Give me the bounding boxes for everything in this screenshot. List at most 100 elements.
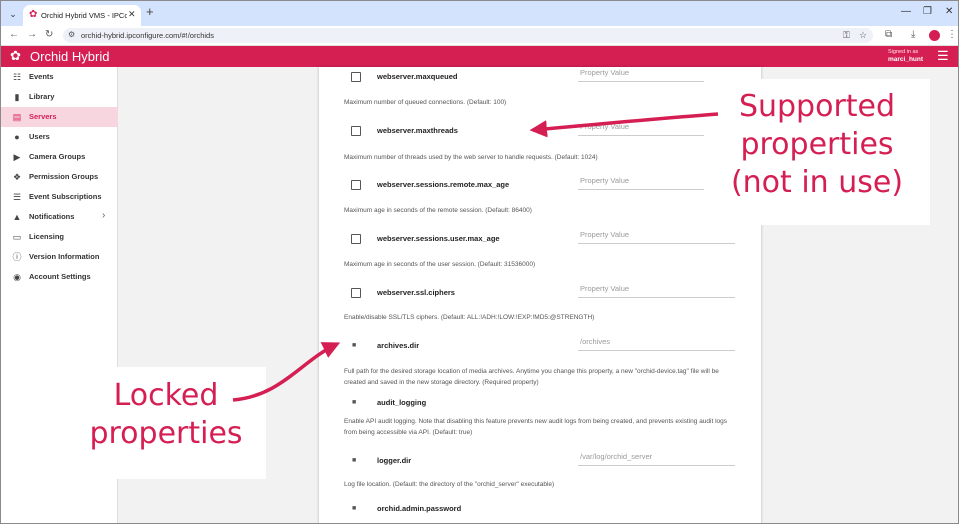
browser-menu-icon[interactable]: ⋮ (947, 29, 957, 41)
tab-close-icon[interactable]: ✕ (128, 9, 136, 20)
property-name: archives.dir (377, 341, 420, 350)
hamburger-menu-icon[interactable]: ☰ (937, 49, 949, 63)
property-row: webserver.ssl.ciphers Property Value (319, 284, 761, 304)
property-name: audit_logging (377, 398, 427, 407)
property-name: webserver.maxqueued (377, 72, 458, 81)
property-checkbox[interactable] (351, 288, 361, 298)
sidebar-item-label: Version Information (29, 252, 100, 261)
property-row: ■ audit_logging (319, 394, 761, 414)
download-icon[interactable]: ⤓ (911, 29, 915, 41)
extensions-icon[interactable]: ⧉ (885, 29, 892, 41)
url-input[interactable]: ⚙ orchid-hybrid.ipconfigure.com/#!/orchi… (63, 28, 873, 43)
lock-icon: ■ (352, 505, 357, 512)
property-description: Enable/disable SSL/TLS ciphers. (Default… (344, 314, 595, 321)
property-name: webserver.sessions.user.max_age (377, 234, 500, 243)
property-checkbox[interactable] (351, 180, 361, 190)
sidebar-item-label: Camera Groups (29, 152, 86, 161)
restore-icon[interactable]: ❐ (923, 6, 932, 18)
sidebar-item-permission-groups[interactable]: ❖ Permission Groups (1, 167, 118, 187)
sidebar-item-account-settings[interactable]: ◉ Account Settings (1, 267, 118, 287)
callout-supported-properties: Supported properties (not in use) (704, 79, 930, 225)
site-info-icon[interactable]: ⚙ (68, 30, 75, 39)
sidebar-item-label: Events (29, 72, 54, 81)
callout-supported-line3: (not in use) (730, 165, 904, 200)
sidebar-item-label: Notifications (29, 212, 75, 221)
tab-strip: ⌄ ✿ Orchid Hybrid VMS - IPConfigure ✕ + … (1, 1, 958, 26)
url-text: orchid-hybrid.ipconfigure.com/#!/orchids (81, 31, 214, 40)
sidebar-item-event-subscriptions[interactable]: ☰ Event Subscriptions (1, 187, 118, 207)
property-name: webserver.ssl.ciphers (377, 288, 455, 297)
sidebar-item-label: Library (29, 92, 55, 101)
key-icon[interactable]: ⚿ (843, 30, 850, 41)
property-description: Maximum age in seconds of the user sessi… (344, 261, 536, 268)
property-checkbox[interactable] (351, 126, 361, 136)
property-checkbox[interactable] (351, 234, 361, 244)
sidebar-item-label: Account Settings (29, 272, 91, 281)
callout-supported-line2: properties (740, 127, 894, 162)
sidebar-item-label: Servers (29, 112, 57, 121)
property-description: Maximum age in seconds of the remote ses… (344, 207, 532, 214)
sidebar-item-users[interactable]: ● Users (1, 127, 118, 147)
server-properties-card: webserver.maxqueued Property Value Maximum… (319, 67, 761, 523)
tab-search-icon[interactable]: ⌄ (5, 6, 21, 22)
property-description: Maximum number of queued connections. (D… (344, 99, 507, 106)
browser-tab[interactable]: ✿ Orchid Hybrid VMS - IPConfigure ✕ (23, 5, 141, 26)
tab-title: Orchid Hybrid VMS - IPConfigure (41, 11, 127, 20)
callout-locked-line2: properties (89, 416, 243, 451)
license-icon: ▭ (12, 232, 22, 242)
bookmark-icon: ▮ (14, 92, 20, 102)
sidebar-item-label: Event Subscriptions (29, 192, 102, 201)
app-header: ✿ Orchid Hybrid Signed in as marci_hunt … (1, 46, 958, 67)
property-description: Maximum number of threads used by the we… (344, 154, 598, 161)
property-description: Full path for the desired storage locati… (344, 368, 719, 386)
back-icon[interactable]: ← (9, 29, 19, 41)
info-icon: ⓘ (12, 252, 22, 262)
callout-locked-properties: Locked properties (66, 367, 266, 479)
property-value-field[interactable]: Property Value (578, 230, 735, 244)
profile-avatar-icon[interactable] (929, 30, 940, 41)
signed-in-label: Signed in as (888, 49, 919, 55)
property-row: ■ logger.dir/var/log/orchid_server (319, 452, 761, 472)
property-value-field: /var/log/orchid_server (578, 452, 735, 466)
events-icon: ☷ (12, 72, 22, 82)
bell-icon: ▲ (12, 212, 22, 222)
sidebar-item-label: Users (29, 132, 50, 141)
servers-icon: ▤ (12, 112, 22, 122)
property-name: orchid.admin.password (377, 504, 462, 513)
orchid-logo-icon: ✿ (10, 48, 21, 63)
property-row: webserver.sessions.user.max_age Property … (319, 230, 761, 250)
property-checkbox[interactable] (351, 72, 361, 82)
forward-icon[interactable]: → (27, 29, 37, 41)
sidebar-item-events[interactable]: ☷ Events (1, 67, 118, 87)
property-description: Enable API audit logging. Note that disa… (344, 418, 728, 436)
property-row: webserver.sessions.remote.max_age Propert… (319, 176, 761, 196)
sidebar-item-library[interactable]: ▮ Library (1, 87, 118, 107)
property-row: webserver.maxthreads Property Value (319, 122, 761, 142)
sidebar-item-label: Licensing (29, 232, 65, 241)
camera-icon: ▶ (13, 152, 21, 162)
new-tab-button[interactable]: + (146, 5, 154, 19)
property-row: ■ archives.dir/orchives (319, 337, 761, 357)
bookmark-star-icon[interactable]: ☆ (859, 30, 867, 41)
lock-icon: ■ (352, 342, 357, 349)
property-name: webserver.maxthreads (377, 126, 458, 135)
reload-icon[interactable]: ↻ (45, 29, 53, 41)
sidebar-item-version-information[interactable]: ⓘ Version Information (1, 247, 118, 267)
sidebar-item-camera-groups[interactable]: ▶ Camera Groups (1, 147, 118, 167)
property-value-field[interactable]: Property Value (578, 284, 735, 298)
property-name: logger.dir (377, 456, 412, 465)
sidebar-item-notifications[interactable]: ▲ Notifications › (1, 207, 118, 227)
callout-locked-line1: Locked (113, 378, 219, 413)
browser-window: ⌄ ✿ Orchid Hybrid VMS - IPConfigure ✕ + … (0, 0, 959, 524)
minimize-icon[interactable]: — (901, 6, 911, 18)
property-row: ■ orchid.admin.password (319, 500, 761, 520)
property-row: webserver.maxqueued Property Value (319, 68, 761, 88)
close-window-icon[interactable]: ✕ (945, 6, 953, 18)
chevron-right-icon[interactable]: › (102, 210, 105, 221)
signed-in-user[interactable]: marci_hunt (888, 56, 923, 63)
people-icon: ❖ (12, 172, 22, 182)
callout-supported-line1: Supported (738, 89, 896, 124)
sidebar-item-label: Permission Groups (29, 172, 99, 181)
sidebar-item-licensing[interactable]: ▭ Licensing (1, 227, 118, 247)
sidebar-item-servers[interactable]: ▤ Servers (1, 107, 118, 127)
